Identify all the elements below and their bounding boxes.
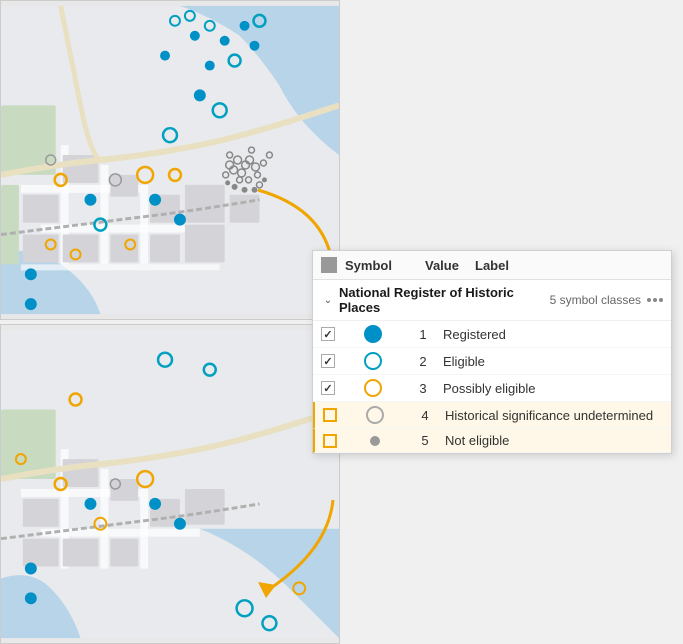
map-panel-top[interactable]: [0, 0, 340, 320]
legend-col-label-header: Label: [475, 258, 663, 273]
checkmark-2: ✓: [323, 355, 332, 368]
more-dot-1: [647, 298, 651, 302]
checkbox-1[interactable]: ✓: [321, 327, 335, 341]
checkmark-3: ✓: [323, 382, 332, 395]
legend-col-symbol-header: Symbol: [345, 258, 425, 273]
label-cell-1: Registered: [443, 327, 663, 342]
map-container: [0, 0, 340, 644]
legend-row-3: ✓ 3 Possibly eligible: [313, 375, 671, 402]
legend-row-5: 5 Not eligible: [313, 429, 671, 453]
legend-header: Symbol Value Label: [313, 251, 671, 280]
legend-more-button[interactable]: [647, 298, 663, 302]
label-cell-3: Possibly eligible: [443, 381, 663, 396]
circle-outline-teal-2: [364, 352, 382, 370]
symbol-cell-5: [345, 436, 405, 446]
checkbox-5[interactable]: [323, 434, 337, 448]
value-cell-2: 2: [403, 354, 443, 369]
checkmark-1: ✓: [323, 328, 332, 341]
circle-filled-teal-1: [364, 325, 382, 343]
value-cell-4: 4: [405, 408, 445, 423]
checkbox-3[interactable]: ✓: [321, 381, 335, 395]
map-panel-bottom[interactable]: [0, 324, 340, 644]
value-cell-3: 3: [403, 381, 443, 396]
value-cell-5: 5: [405, 433, 445, 448]
legend-row-1: ✓ 1 Registered: [313, 321, 671, 348]
label-cell-4: Historical significance undetermined: [445, 408, 663, 423]
legend-layer-name: National Register of Historic Places: [339, 285, 550, 315]
value-cell-1: 1: [403, 327, 443, 342]
symbol-cell-4: [345, 406, 405, 424]
checkbox-2[interactable]: ✓: [321, 354, 335, 368]
legend-class-count: 5 symbol classes: [550, 293, 641, 307]
symbol-cell-1: [343, 325, 403, 343]
circle-outline-gray-4: [366, 406, 384, 424]
legend-row-2: ✓ 2 Eligible: [313, 348, 671, 375]
legend-layer-row[interactable]: ⌄ National Register of Historic Places 5…: [313, 280, 671, 321]
label-cell-2: Eligible: [443, 354, 663, 369]
label-cell-5: Not eligible: [445, 433, 663, 448]
more-dot-2: [653, 298, 657, 302]
legend-panel: Symbol Value Label ⌄ National Register o…: [312, 250, 672, 454]
expand-icon[interactable]: ⌄: [321, 293, 335, 307]
symbol-cell-3: [343, 379, 403, 397]
legend-row-4: 4 Historical significance undetermined: [313, 402, 671, 429]
legend-col-value-header: Value: [425, 258, 475, 273]
more-dot-3: [659, 298, 663, 302]
symbol-cell-2: [343, 352, 403, 370]
checkbox-4[interactable]: [323, 408, 337, 422]
legend-header-icon: [321, 257, 337, 273]
circle-small-gray-5: [370, 436, 380, 446]
circle-outline-orange-3: [364, 379, 382, 397]
